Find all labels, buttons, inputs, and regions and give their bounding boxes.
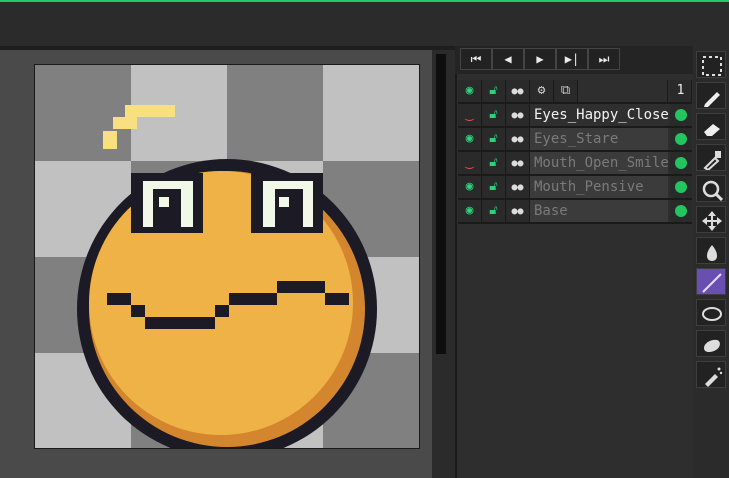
eyedropper-icon: [703, 151, 721, 170]
pencil-icon: [704, 92, 720, 107]
cel-dot: [675, 205, 687, 217]
zoom-icon: [702, 180, 723, 201]
canvas-scrollbar[interactable]: [432, 50, 455, 478]
lock-header-icon[interactable]: 🔓︎: [482, 80, 506, 102]
unlock-icon[interactable]: 🔓︎: [482, 152, 506, 174]
line-tool-button[interactable]: [696, 268, 726, 295]
eye-closed-icon[interactable]: ‿: [458, 104, 482, 126]
layer-name[interactable]: Eyes_Happy_Closed: [530, 104, 668, 126]
prev-frame-icon[interactable]: ◀: [492, 48, 524, 70]
eye-open-icon[interactable]: ◉: [458, 200, 482, 222]
frame-number[interactable]: 1: [670, 80, 692, 102]
cel-indicator[interactable]: [670, 152, 692, 174]
layer-row[interactable]: ‿ 🔓︎ ●● Mouth_Open_Smile: [458, 152, 692, 174]
sprite-image: [35, 65, 419, 448]
layer-row[interactable]: ◉ 🔓︎ ●● Mouth_Pensive: [458, 176, 692, 198]
next-frame-icon[interactable]: ▶|: [556, 48, 588, 70]
unlock-icon[interactable]: 🔓︎: [482, 176, 506, 198]
eyedropper-tool-button[interactable]: [696, 144, 726, 171]
ellipse-icon: [702, 307, 722, 321]
top-accent-line: [0, 0, 729, 2]
unlock-icon[interactable]: 🔓︎: [482, 104, 506, 126]
blur-icon: [704, 339, 720, 353]
layer-name[interactable]: Mouth_Open_Smile: [530, 152, 668, 174]
link-icon[interactable]: ●●: [506, 128, 530, 150]
fill-icon: [707, 245, 717, 261]
cel-indicator[interactable]: [670, 200, 692, 222]
sprite-canvas[interactable]: [34, 64, 420, 449]
cel-dot: [675, 109, 687, 121]
link-icon[interactable]: ●●: [506, 176, 530, 198]
unlock-icon[interactable]: 🔓︎: [482, 128, 506, 150]
row-separator: [458, 222, 692, 224]
link-icon[interactable]: ●●: [506, 152, 530, 174]
layer-name[interactable]: Base: [530, 200, 668, 222]
cel-indicator[interactable]: [670, 128, 692, 150]
eye-closed-icon[interactable]: ‿: [458, 152, 482, 174]
ellipse-tool-button[interactable]: [696, 299, 726, 326]
cel-dot: [675, 181, 687, 193]
marquee-tool-button[interactable]: [696, 51, 726, 78]
blur-tool-button[interactable]: [696, 330, 726, 357]
line-icon: [702, 273, 722, 293]
move-icon: [702, 211, 722, 231]
cel-indicator[interactable]: [670, 104, 692, 126]
pencil-tool-button[interactable]: [696, 82, 726, 109]
layer-row[interactable]: ◉ 🔓︎ ●● Eyes_Stare: [458, 128, 692, 150]
layer-name[interactable]: Eyes_Stare: [530, 128, 668, 150]
link-header-icon[interactable]: ●●: [506, 80, 530, 102]
title-bar: [0, 0, 729, 50]
visibility-header-icon[interactable]: ◉: [458, 80, 482, 102]
cel-dot: [675, 133, 687, 145]
eraser-tool-button[interactable]: [696, 113, 726, 140]
cel-indicator[interactable]: [670, 176, 692, 198]
layers-header-spacer: [578, 80, 668, 102]
layer-row[interactable]: ◉ 🔓︎ ●● Base: [458, 200, 692, 222]
cel-dot: [675, 157, 687, 169]
eraser-icon: [704, 124, 720, 136]
first-frame-icon[interactable]: ⏮: [460, 48, 492, 70]
eye-open-icon[interactable]: ◉: [458, 128, 482, 150]
spray-icon: [705, 367, 723, 387]
last-frame-icon[interactable]: ⏭: [588, 48, 620, 70]
link-icon[interactable]: ●●: [506, 200, 530, 222]
zoom-tool-button[interactable]: [696, 175, 726, 202]
scrollbar-thumb[interactable]: [436, 54, 446, 354]
layer-name[interactable]: Mouth_Pensive: [530, 176, 668, 198]
layers-header: ◉ 🔓︎ ●● ⚙ ⧉ 1: [458, 80, 692, 102]
move-tool-button[interactable]: [696, 206, 726, 233]
layer-row[interactable]: ‿ 🔓︎ ●● Eyes_Happy_Closed: [458, 104, 692, 126]
marquee-icon: [702, 56, 722, 76]
layer-group-icon[interactable]: ⧉: [554, 80, 578, 102]
fill-tool-button[interactable]: [696, 237, 726, 264]
eye-open-icon[interactable]: ◉: [458, 176, 482, 198]
spray-tool-button[interactable]: [696, 361, 726, 388]
layer-settings-icon[interactable]: ⚙: [530, 80, 554, 102]
play-icon[interactable]: ▶: [524, 48, 556, 70]
unlock-icon[interactable]: 🔓︎: [482, 200, 506, 222]
link-icon[interactable]: ●●: [506, 104, 530, 126]
